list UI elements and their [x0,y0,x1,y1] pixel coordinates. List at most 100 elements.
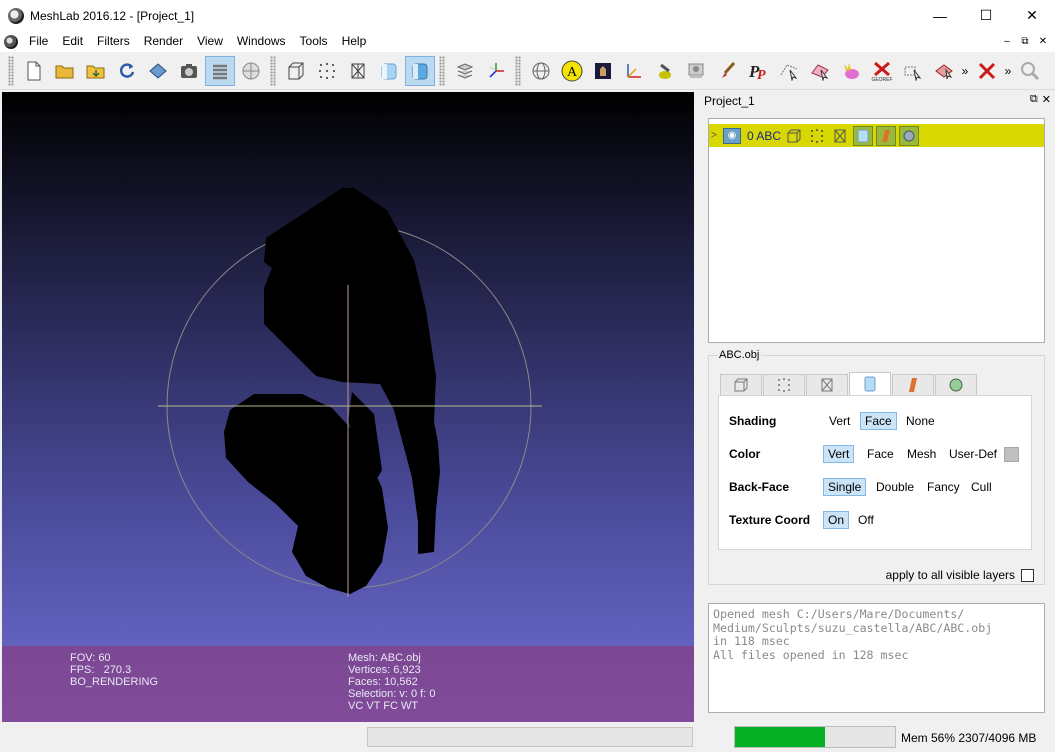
no-decoration-button[interactable] [972,56,1002,86]
user-color-swatch[interactable] [1004,446,1019,462]
mesh-group-title: ABC.obj [717,349,762,361]
save-button[interactable] [143,56,173,86]
menu-edit[interactable]: Edit [55,31,90,52]
color-face-option[interactable]: Face [863,445,898,463]
layer-list: > ◉ 0 ABC [708,118,1045,343]
backface-double-option[interactable]: Double [872,478,918,496]
magnifier-icon [1020,61,1039,80]
toolbar-grip[interactable] [439,55,445,86]
texcoord-off-option[interactable]: Off [854,511,878,529]
tab-color[interactable] [892,374,934,395]
paint-brush-button[interactable] [712,56,742,86]
color-layer-icon[interactable] [876,125,897,146]
paint-bucket-button[interactable] [650,56,680,86]
maximize-button[interactable]: ☐ [963,0,1009,31]
wireframe-layer-icon[interactable] [830,126,850,146]
smooth-render-button[interactable] [404,55,435,86]
tab-solid[interactable] [849,372,891,395]
texture-layer-icon[interactable] [899,125,920,146]
close-button[interactable]: ✕ [1009,0,1055,31]
layer-row[interactable]: > ◉ 0 ABC [709,124,1044,147]
backface-fancy-option[interactable]: Fancy [923,478,964,496]
toolbar-grip[interactable] [515,55,521,86]
mdi-close-button[interactable]: ✕ [1035,33,1051,49]
show-layers-button[interactable] [204,55,235,86]
flat-render-button[interactable] [374,56,404,86]
toolbar-overflow-button[interactable]: » [959,64,971,78]
toolbar-grip[interactable] [8,55,14,86]
trackball-button[interactable] [526,56,556,86]
backface-row: Back-Face Single Double Fancy Cull [719,477,1033,497]
axes-icon [626,63,641,78]
meshlab-app-icon [8,7,24,24]
align-axis-button[interactable] [619,56,649,86]
point-picker-button[interactable]: PP [743,56,773,86]
shading-vert-option[interactable]: Vert [825,412,854,430]
mdi-minimize-button[interactable]: – [999,33,1015,49]
bbox-layer-icon[interactable] [784,126,804,146]
main-toolbar: A PP GEOREF » » [0,52,1055,90]
apply-all-label: apply to all visible layers [885,568,1015,582]
texcoord-on-option[interactable]: On [823,511,850,529]
minimize-button[interactable]: — [917,0,963,31]
select-vertices-button[interactable] [774,56,804,86]
select-connected-button[interactable] [898,56,928,86]
color-userdef-option[interactable]: User-Def [945,445,1001,463]
toolbar-grip[interactable] [270,55,276,86]
mutual-info-button[interactable] [929,56,959,86]
shading-face-option[interactable]: Face [860,412,897,430]
raster-layers-button[interactable] [236,56,266,86]
backface-label: Back-Face [729,480,790,494]
menu-render[interactable]: Render [137,31,190,52]
import-mesh-button[interactable] [81,56,111,86]
tab-points[interactable] [763,374,805,395]
layer-stack-button[interactable] [450,56,480,86]
texture-button[interactable] [588,56,618,86]
expand-arrow-icon[interactable]: > [711,130,721,141]
layer-dialog: Project_1 ⧉ ✕ > ◉ 0 ABC ABC.obj Shading … [697,92,1055,720]
shading-none-option[interactable]: None [902,412,939,430]
new-project-button[interactable] [19,56,49,86]
menu-help[interactable]: Help [335,31,374,52]
dock-close-button[interactable]: ✕ [1042,93,1051,106]
menu-windows[interactable]: Windows [230,31,293,52]
reload-icon [119,62,134,78]
backface-single-option[interactable]: Single [823,478,867,496]
wireframe-icon [351,63,364,78]
points-layer-icon[interactable] [807,126,827,146]
select-faces-button[interactable] [805,56,835,86]
bbox-render-button[interactable] [281,56,311,86]
wireframe-render-button[interactable] [343,56,373,86]
menu-tools[interactable]: Tools [293,31,335,52]
axis-button[interactable] [481,56,511,86]
menu-file[interactable]: File [22,31,55,52]
eye-icon[interactable]: ◉ [723,127,741,144]
dock-float-button[interactable]: ⧉ [1030,93,1038,106]
reload-button[interactable] [112,56,142,86]
label-button[interactable]: A [557,56,587,86]
texcoord-row: Texture Coord On Off [719,510,1033,530]
3d-viewport[interactable]: FOV: 60 FPS: 270.3 BO_RENDERING Mesh: AB… [2,92,694,722]
menu-view[interactable]: View [190,31,230,52]
mdi-restore-button[interactable]: ⧉ [1017,33,1033,49]
snapshot-button[interactable] [174,56,204,86]
apply-all-checkbox[interactable] [1021,568,1034,582]
tab-wireframe[interactable] [806,374,848,395]
color-mesh-option[interactable]: Mesh [903,445,940,463]
zoom-button[interactable] [1015,56,1045,86]
bunny-button[interactable] [836,56,866,86]
points-render-button[interactable] [312,56,342,86]
tab-bbox[interactable] [720,374,762,395]
tab-texture[interactable] [935,374,977,395]
solid-layer-icon[interactable] [853,125,874,146]
toolbar-overflow-button-2[interactable]: » [1002,64,1014,78]
log-area[interactable]: Opened mesh C:/Users/Mare/Documents/ Med… [708,603,1045,713]
color-vert-option[interactable]: Vert [823,445,855,463]
selection-text: Selection: v: 0 f: 0 [348,688,436,700]
raster-align-button[interactable] [681,56,711,86]
open-project-button[interactable] [50,56,80,86]
georef-button[interactable]: GEOREF [867,56,897,86]
menu-filters[interactable]: Filters [90,31,137,52]
backface-cull-option[interactable]: Cull [967,478,996,496]
document-menu-icon[interactable] [4,34,18,49]
